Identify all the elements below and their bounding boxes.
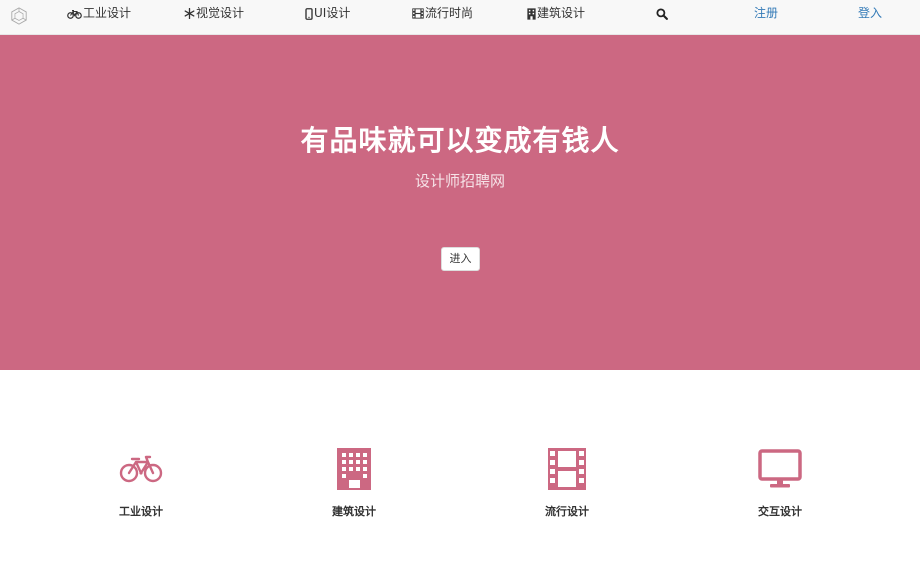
nav-item-architecture[interactable]: 建筑设计 bbox=[527, 0, 585, 27]
mobile-icon bbox=[305, 7, 313, 20]
snowflake-icon bbox=[184, 8, 195, 19]
nav-item-industrial[interactable]: 工业设计 bbox=[67, 0, 131, 27]
nav-item-visual[interactable]: 视觉设计 bbox=[184, 0, 244, 27]
feature-industrial[interactable]: 工业设计 bbox=[81, 445, 201, 519]
hero-banner: 有品味就可以变成有钱人 设计师招聘网 进入 bbox=[0, 35, 920, 370]
enter-button[interactable]: 进入 bbox=[441, 247, 480, 271]
monitor-icon bbox=[758, 449, 802, 488]
hero-subtitle: 设计师招聘网 bbox=[414, 172, 505, 190]
nav-item-ui[interactable]: UI设计 bbox=[305, 0, 350, 27]
feature-label: 流行设计 bbox=[545, 505, 589, 518]
logo-icon[interactable] bbox=[10, 7, 28, 25]
feature-architecture[interactable]: 建筑设计 bbox=[294, 445, 414, 519]
search-button[interactable] bbox=[656, 0, 668, 27]
feature-label: 建筑设计 bbox=[332, 505, 376, 518]
hero-title: 有品味就可以变成有钱人 bbox=[300, 124, 620, 157]
bicycle-icon bbox=[119, 455, 163, 483]
top-navbar: 工业设计 视觉设计 UI设计 流行时尚 建筑设计 注册 登入 bbox=[0, 0, 920, 35]
feature-fashion[interactable]: 流行设计 bbox=[507, 445, 627, 519]
feature-interaction[interactable]: 交互设计 bbox=[720, 445, 840, 519]
feature-label: 工业设计 bbox=[119, 505, 163, 518]
building-icon bbox=[337, 448, 371, 490]
film-icon bbox=[412, 8, 424, 19]
nav-item-label: 流行时尚 bbox=[425, 6, 474, 20]
film-icon bbox=[548, 448, 586, 490]
nav-item-label: UI设计 bbox=[314, 6, 351, 20]
nav-item-label: 视觉设计 bbox=[196, 6, 245, 20]
feature-label: 交互设计 bbox=[758, 505, 802, 518]
search-icon bbox=[656, 7, 668, 20]
nav-item-label: 建筑设计 bbox=[537, 6, 586, 20]
register-link[interactable]: 注册 bbox=[754, 0, 778, 27]
building-icon bbox=[527, 7, 536, 20]
login-link[interactable]: 登入 bbox=[858, 0, 882, 27]
bicycle-icon bbox=[67, 9, 82, 19]
nav-item-fashion[interactable]: 流行时尚 bbox=[412, 0, 473, 27]
nav-item-label: 工业设计 bbox=[83, 6, 132, 20]
